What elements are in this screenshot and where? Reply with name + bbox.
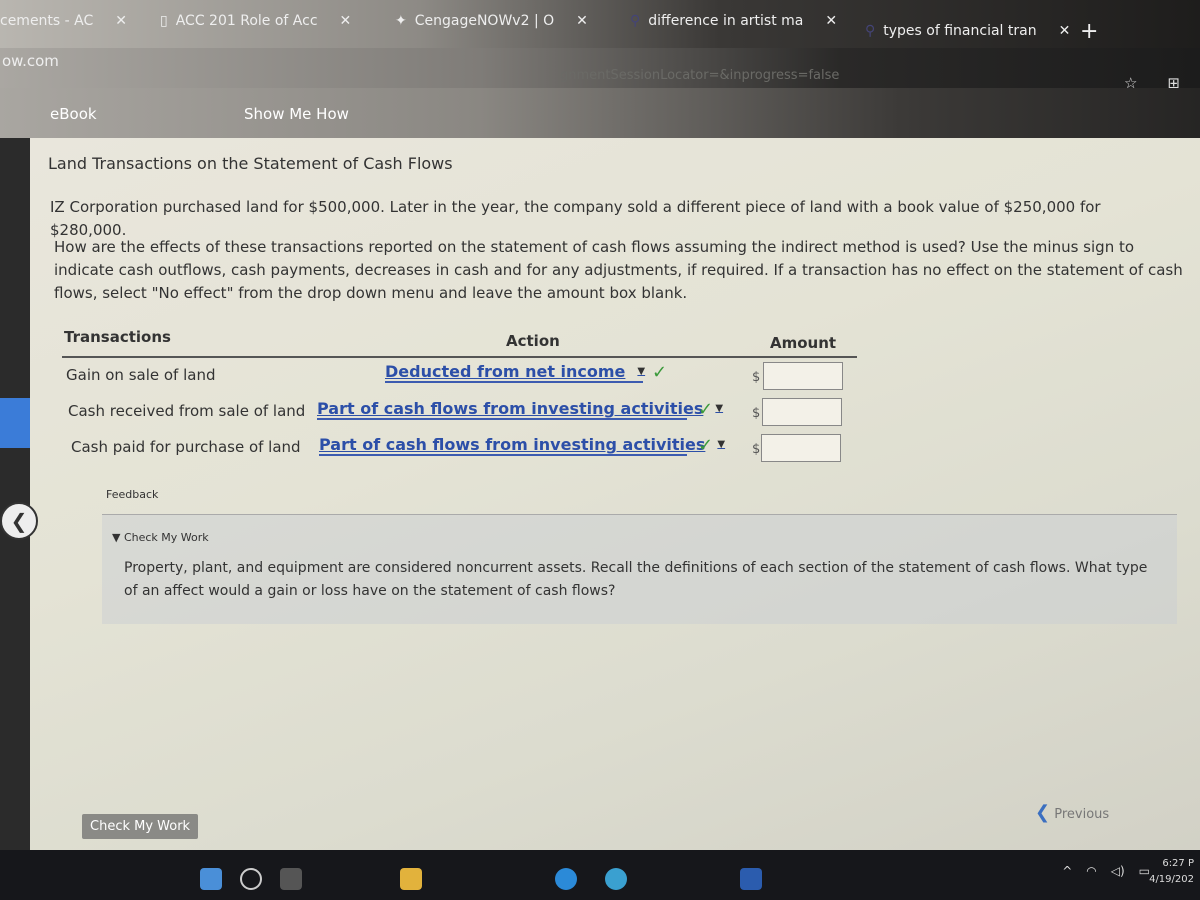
check-my-work-toggle[interactable]: ▼ Check My Work [112, 531, 209, 544]
action-dropdown[interactable]: Deducted from net income ▼ [385, 362, 646, 383]
close-icon[interactable]: ✕ [576, 13, 588, 29]
battery-icon[interactable]: ▭ [1139, 864, 1150, 878]
search-icon: ⚲ [630, 13, 641, 29]
taskbar: 6:27 P 4/19/202 ^ ◠ ◁) ▭ [0, 850, 1200, 900]
browser-tab-bar: cements - AC ✕ ▯ ACC 201 Role of Acc ✕ ✦ Cen… [0, 0, 1200, 48]
chevron-down-icon: ▼ [717, 439, 726, 450]
header-transactions: Transactions [64, 328, 171, 346]
action-dropdown[interactable]: Part of cash flows from investing activi… [317, 399, 723, 420]
chrome-icon[interactable] [605, 868, 627, 890]
tab-difference[interactable]: ⚲ difference in artist ma ✕ [630, 6, 837, 36]
tab-cengage[interactable]: ✦ CengageNOWv2 | O ✕ [395, 6, 588, 36]
tab-types[interactable]: ⚲ types of financial tran ✕ [865, 16, 1070, 46]
chevron-up-icon[interactable]: ^ [1062, 864, 1072, 878]
amount-input[interactable] [763, 362, 843, 390]
close-icon[interactable]: ✕ [340, 13, 352, 29]
tab-acc201[interactable]: ▯ ACC 201 Role of Acc ✕ [160, 6, 351, 36]
close-icon[interactable]: ✕ [1059, 23, 1071, 39]
address-bar[interactable]: ow.com gnmentSessionLocator=&inprogress=… [0, 48, 1200, 92]
question-title: Land Transactions on the Statement of Ca… [48, 154, 453, 173]
clock-date[interactable]: 4/19/202 [1149, 872, 1194, 888]
header-amount: Amount [770, 334, 837, 352]
close-icon[interactable]: ✕ [825, 13, 837, 29]
feedback-label: Feedback [106, 488, 159, 501]
wifi-icon[interactable]: ◠ [1086, 864, 1096, 878]
cengage-icon: ✦ [395, 13, 407, 29]
check-icon: ✓ [698, 399, 714, 420]
assignment-toolbar: eBook Show Me How [0, 88, 1200, 138]
question-instructions: How are the effects of these transaction… [54, 238, 1183, 302]
ebook-link[interactable]: eBook [50, 105, 97, 123]
back-button[interactable]: ❮ [0, 502, 38, 540]
task-view-icon[interactable] [280, 868, 302, 890]
question-page: Land Transactions on the Statement of Ca… [30, 138, 1200, 850]
row-transaction: Gain on sale of land [66, 366, 216, 384]
close-icon[interactable]: ✕ [115, 13, 127, 29]
header-divider [62, 356, 857, 358]
edge-icon[interactable] [555, 868, 577, 890]
tab-cements[interactable]: cements - AC ✕ [0, 6, 127, 36]
word-icon[interactable] [740, 868, 762, 890]
header-action: Action [506, 332, 560, 350]
chevron-down-icon: ▼ [715, 403, 724, 414]
amount-input[interactable] [761, 434, 841, 462]
chevron-left-icon: ❮ [1035, 802, 1051, 823]
amount-input[interactable] [762, 398, 842, 426]
row-transaction: Cash paid for purchase of land [71, 438, 301, 456]
search-icon: ⚲ [865, 23, 876, 39]
volume-icon[interactable]: ◁) [1111, 864, 1125, 878]
check-my-work-button[interactable]: Check My Work [82, 814, 199, 839]
previous-button[interactable]: ❮ Previous [1035, 802, 1109, 823]
chevron-down-icon: ▼ [637, 366, 646, 377]
show-me-how-link[interactable]: Show Me How [244, 105, 349, 123]
active-item[interactable] [0, 398, 30, 448]
file-explorer-icon[interactable] [400, 868, 422, 890]
row-transaction: Cash received from sale of land [68, 402, 306, 420]
document-icon: ▯ [160, 13, 168, 29]
feedback-panel: ▼ Check My Work Property, plant, and equ… [102, 514, 1177, 624]
new-tab-button[interactable]: + [1080, 16, 1098, 46]
clock-time[interactable]: 6:27 P [1149, 856, 1194, 872]
check-icon: ✓ [698, 435, 714, 456]
search-icon[interactable] [240, 868, 262, 890]
left-sidebar [0, 138, 30, 850]
chevron-left-icon: ❮ [10, 509, 28, 533]
feedback-text: Property, plant, and equipment are consi… [124, 560, 1148, 599]
check-icon: ✓ [652, 362, 668, 383]
start-icon[interactable] [200, 868, 222, 890]
action-dropdown[interactable]: Part of cash flows from investing activi… [319, 435, 725, 456]
